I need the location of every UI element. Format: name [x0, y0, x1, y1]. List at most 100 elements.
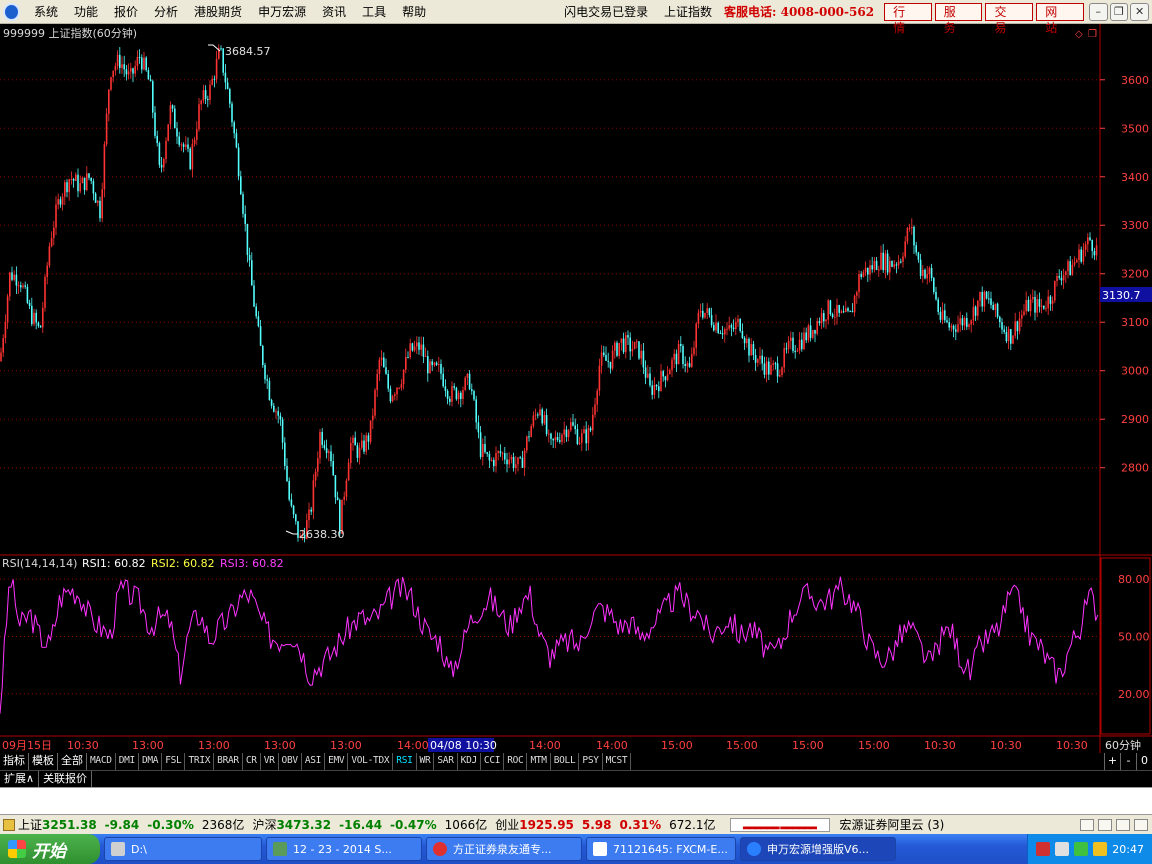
menu-quote[interactable]: 报价 — [106, 0, 146, 24]
indicator-tab-emv[interactable]: EMV — [325, 753, 349, 770]
indicator-tab-kdj[interactable]: KDJ — [458, 753, 481, 770]
indicator-tab-brar[interactable]: BRAR — [214, 753, 243, 770]
restore-icon[interactable]: ❐ — [1109, 2, 1129, 21]
candle — [411, 342, 414, 352]
app-logo-icon[interactable] — [3, 2, 20, 21]
candle — [211, 75, 213, 86]
y-tick-label: 2800 — [1121, 462, 1149, 475]
tab-related-quotes[interactable]: 关联报价 — [39, 771, 93, 787]
quick-button-website[interactable]: 网站 — [1036, 2, 1084, 35]
menu-analysis[interactable]: 分析 — [146, 0, 186, 24]
task-explorer[interactable]: D:\ — [104, 837, 262, 861]
candle — [592, 407, 594, 436]
settings-icon[interactable] — [1134, 818, 1148, 831]
menu-broker[interactable]: 申万宏源 — [250, 0, 314, 24]
candle — [596, 388, 598, 412]
volume-icon[interactable] — [1093, 842, 1108, 856]
candle — [400, 379, 403, 391]
menu-function[interactable]: 功能 — [66, 0, 106, 24]
candle — [842, 305, 845, 314]
tab-all[interactable]: 全部 — [58, 753, 87, 770]
candle — [462, 386, 464, 405]
task-video[interactable]: 12 - 23 - 2014 S... — [266, 837, 422, 861]
indicator-tab-vr[interactable]: VR — [261, 753, 279, 770]
candle — [141, 54, 143, 74]
broker-server[interactable]: 宏源证券阿里云 (3) — [840, 816, 945, 833]
candle — [24, 281, 26, 289]
candle — [990, 291, 992, 309]
x-tick-label: 10:30 — [924, 739, 956, 752]
chart-corner-icons[interactable]: ◇ ❐ — [1075, 29, 1097, 40]
candle — [112, 70, 114, 83]
indicator-tab-sar[interactable]: SAR — [434, 753, 458, 770]
candle — [647, 365, 649, 379]
candle — [847, 306, 849, 313]
add-indicator-button[interactable]: + — [1104, 753, 1120, 770]
candle — [37, 321, 40, 328]
indicator-tab-dmi[interactable]: DMI — [116, 753, 139, 770]
indicator-tab-obv[interactable]: OBV — [279, 753, 302, 770]
remove-indicator-button[interactable]: - — [1120, 753, 1136, 770]
ticker-icon[interactable] — [3, 818, 15, 831]
security-icon[interactable] — [1074, 842, 1089, 856]
indicator-tab-trix[interactable]: TRIX — [185, 753, 215, 770]
candle — [823, 310, 825, 328]
candle — [22, 282, 24, 289]
indicator-tab-asi[interactable]: ASI — [302, 753, 326, 770]
reset-indicator-button[interactable]: 0 — [1136, 753, 1152, 770]
indicator-tab-boll[interactable]: BOLL — [551, 753, 580, 770]
quick-button-service[interactable]: 服务 — [934, 2, 983, 35]
task-fxcm[interactable]: 71121645: FXCM-E... — [586, 837, 736, 861]
menu-help[interactable]: 帮助 — [394, 0, 434, 24]
close-icon[interactable]: ✕ — [1130, 2, 1149, 21]
task-swhy-trading[interactable]: 申万宏源增强版V6... — [740, 837, 896, 861]
menu-tools[interactable]: 工具 — [354, 0, 394, 24]
window-icon[interactable]: ❐ — [1088, 29, 1097, 40]
candle — [814, 329, 816, 343]
indicator-tab-cr[interactable]: CR — [243, 753, 261, 770]
indicator-tab-mcst[interactable]: MCST — [603, 753, 632, 770]
indicator-tab-psy[interactable]: PSY — [579, 753, 603, 770]
candle — [405, 348, 407, 374]
clock[interactable]: 20:47 — [1112, 843, 1144, 856]
period-label[interactable]: 60分钟 — [1105, 738, 1141, 752]
menu-news[interactable]: 资讯 — [314, 0, 354, 24]
cy-price: 1925.95 — [519, 817, 574, 832]
chart-svg[interactable]: 2800 2900 3000 3100 3200 3300 3400 3500 3600 20.… — [0, 24, 1152, 754]
minimize-icon[interactable]: – — [1088, 2, 1108, 21]
indicator-tab-roc[interactable]: ROC — [504, 753, 528, 770]
tab-templates[interactable]: 模板 — [29, 753, 58, 770]
chart-area[interactable]: 2800 2900 3000 3100 3200 3300 3400 3500 3600 20.… — [0, 24, 1152, 754]
indicator-tab-wr[interactable]: WR — [417, 753, 435, 770]
candle — [383, 352, 385, 368]
signal-icon[interactable] — [1098, 818, 1112, 831]
indicator-tab-mtm[interactable]: MTM — [527, 753, 551, 770]
x-tick-label: 15:00 — [726, 739, 758, 752]
y-tick-label: 3000 — [1121, 365, 1149, 378]
start-button[interactable]: 开始 — [0, 834, 100, 864]
candle — [992, 301, 994, 311]
task-founder-securities[interactable]: 方正证券泉友通专... — [426, 837, 582, 861]
indicator-tab-cci[interactable]: CCI — [481, 753, 505, 770]
lock-icon[interactable] — [1116, 818, 1130, 831]
flag-icon[interactable] — [1036, 842, 1051, 856]
quick-button-trade[interactable]: 交易 — [985, 2, 1034, 35]
indicator-tab-vol-tdx[interactable]: VOL-TDX — [348, 753, 394, 770]
indicator-tab-dma[interactable]: DMA — [139, 753, 163, 770]
quick-button-quotes[interactable]: 行情 — [884, 2, 932, 35]
candle — [719, 330, 722, 334]
network-icon[interactable] — [1055, 842, 1070, 856]
indicator-tab-rsi[interactable]: RSI — [393, 753, 417, 770]
diamond-icon[interactable]: ◇ — [1075, 29, 1083, 40]
indicator-tab-fsl[interactable]: FSL — [162, 753, 186, 770]
candle — [1027, 296, 1030, 312]
menu-hk-futures[interactable]: 港股期货 — [186, 0, 250, 24]
candle — [1005, 326, 1008, 344]
message-icon[interactable] — [1080, 818, 1094, 831]
tab-indicators[interactable]: 指标 — [0, 753, 29, 770]
candle — [1093, 247, 1096, 260]
indicator-tab-macd[interactable]: MACD — [87, 753, 116, 770]
candle — [867, 267, 869, 282]
tab-extend[interactable]: 扩展∧ — [0, 771, 40, 787]
menu-system[interactable]: 系统 — [26, 0, 66, 24]
